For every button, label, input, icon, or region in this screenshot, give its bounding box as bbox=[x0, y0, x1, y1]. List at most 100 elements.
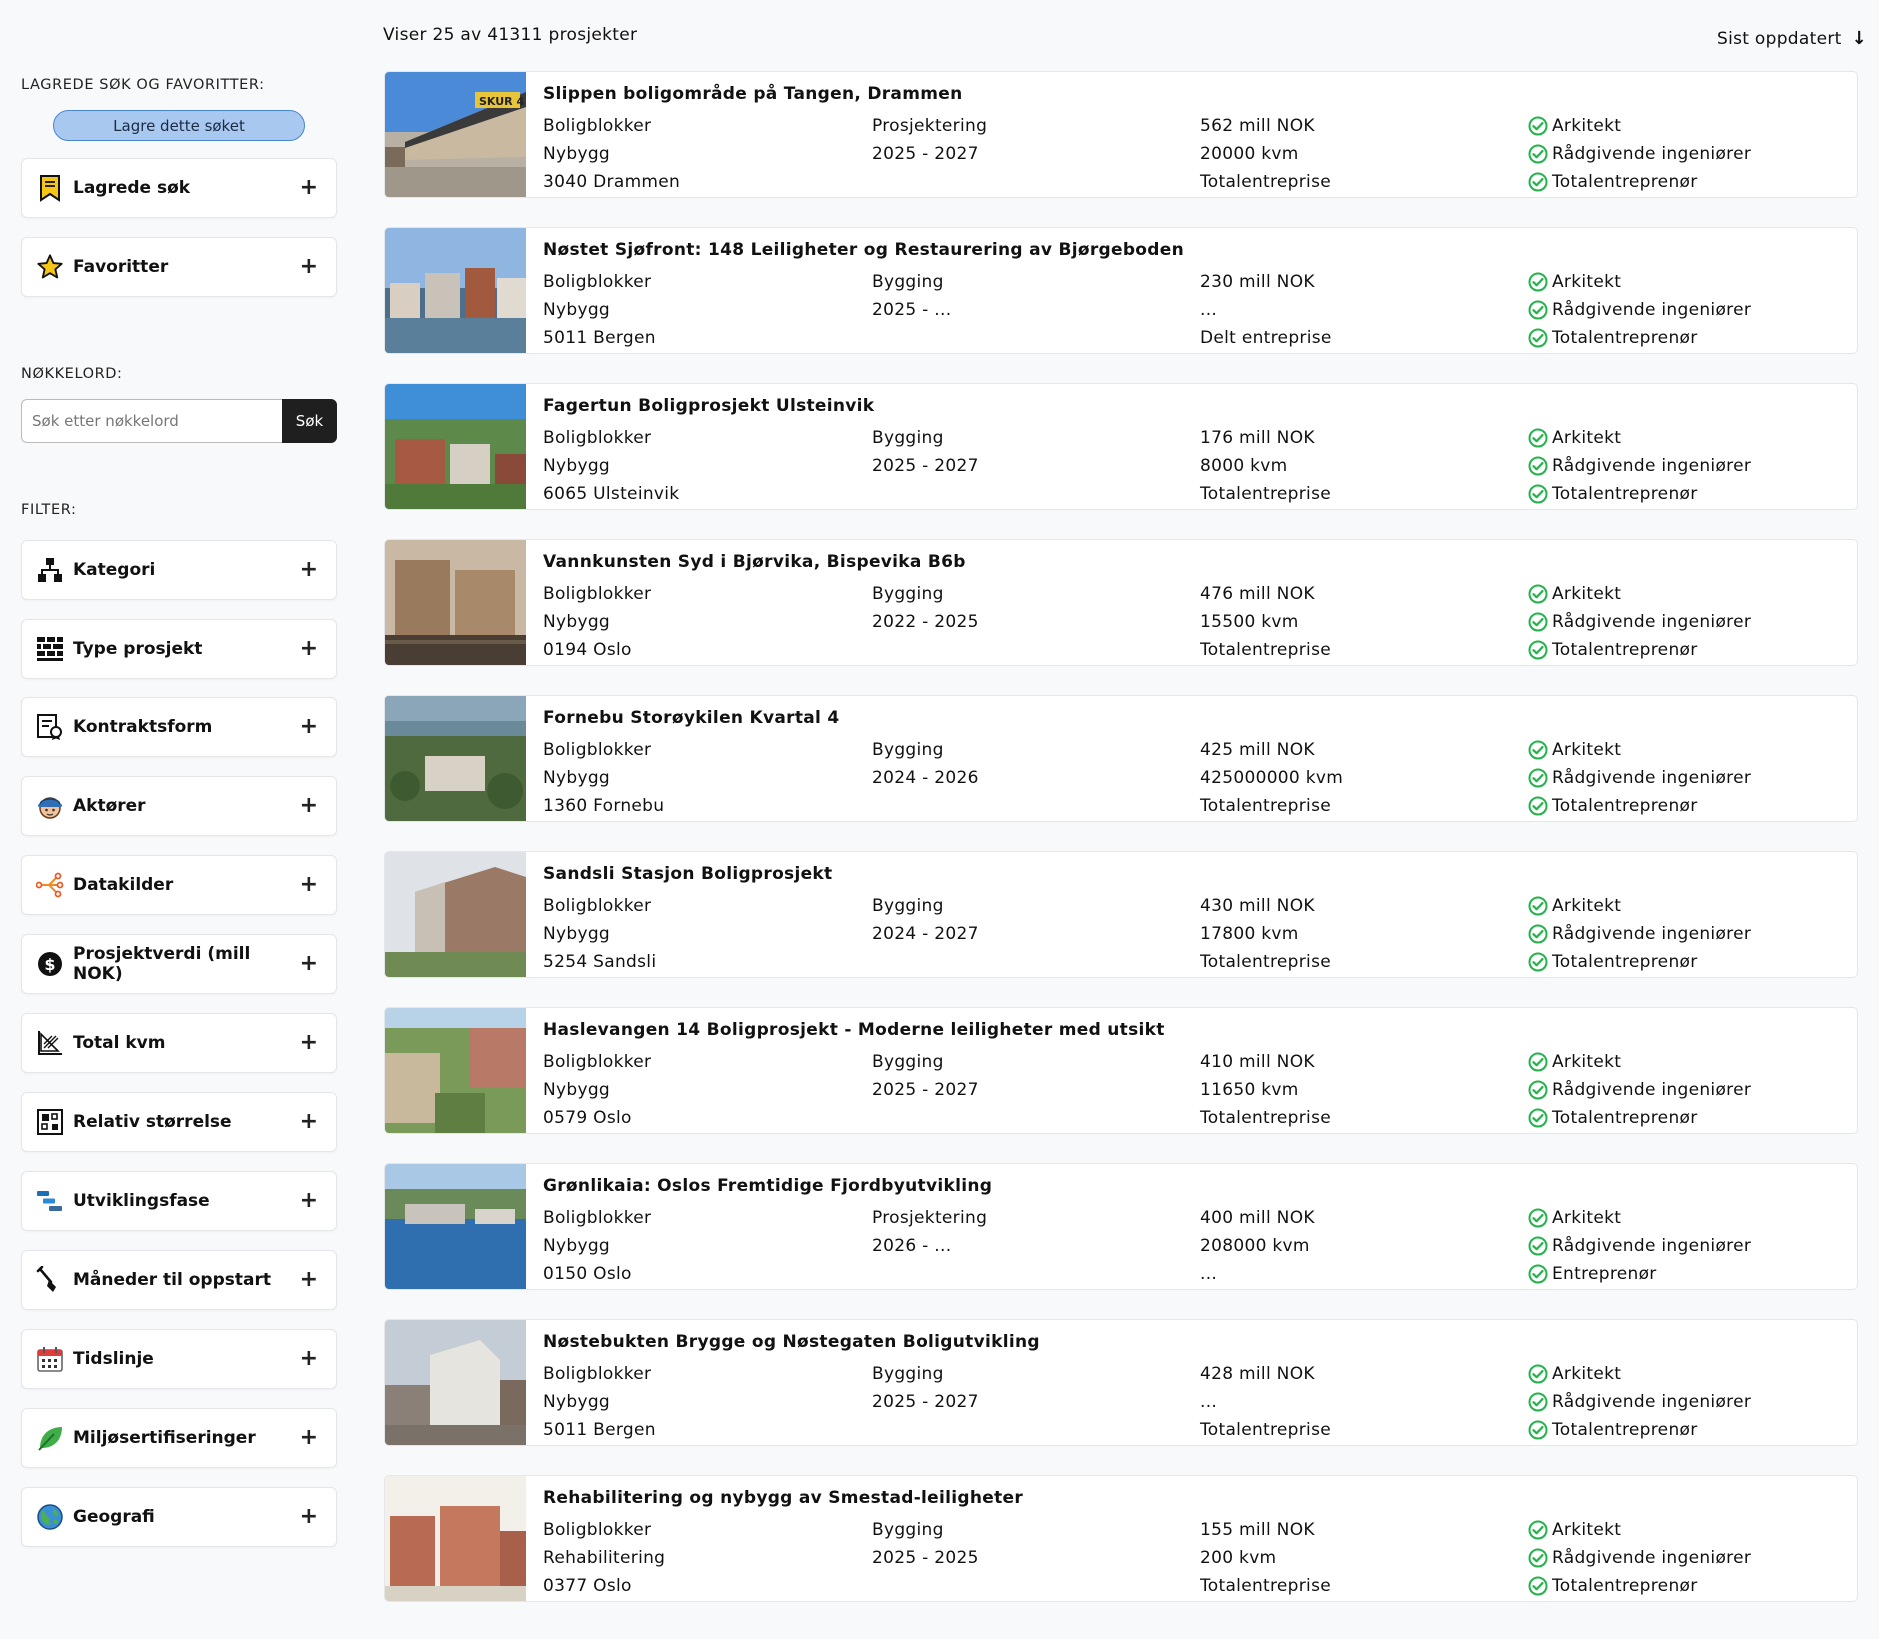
check-circle-icon bbox=[1528, 1052, 1548, 1072]
filter-kategori[interactable]: Kategori + bbox=[21, 540, 337, 600]
project-title[interactable]: Fornebu Storøykilen Kvartal 4 bbox=[543, 708, 840, 728]
project-title[interactable]: Slippen boligområde på Tangen, Drammen bbox=[543, 84, 962, 104]
project-card[interactable]: Sandsli Stasjon Boligprosjekt Boligblokk… bbox=[384, 851, 1858, 978]
project-location: 1360 Fornebu bbox=[543, 796, 665, 816]
project-build: Nybygg bbox=[543, 612, 611, 632]
role-label: Arkitekt bbox=[1552, 1364, 1622, 1384]
role-item: Rådgivende ingeniører bbox=[1528, 920, 1751, 948]
filter-kontraktsform[interactable]: Kontraktsform + bbox=[21, 697, 337, 757]
project-type: Boligblokker bbox=[543, 1520, 652, 1540]
project-card[interactable]: Nøstet Sjøfront: 148 Leiligheter og Rest… bbox=[384, 227, 1858, 354]
project-title[interactable]: Vannkunsten Syd i Bjørvika, Bispevika B6… bbox=[543, 552, 966, 572]
role-item: Entreprenør bbox=[1528, 1260, 1751, 1288]
bookmark-icon bbox=[35, 173, 65, 203]
project-card[interactable]: Fornebu Storøykilen Kvartal 4 Boligblokk… bbox=[384, 695, 1858, 822]
area-icon bbox=[35, 1028, 65, 1058]
panel-saved-searches[interactable]: Lagrede søk + bbox=[21, 158, 337, 218]
project-thumbnail bbox=[385, 384, 526, 509]
project-card[interactable]: Fagertun Boligprosjekt Ulsteinvik Boligb… bbox=[384, 383, 1858, 510]
project-location: 5011 Bergen bbox=[543, 328, 656, 348]
role-label: Rådgivende ingeniører bbox=[1552, 456, 1752, 476]
role-label: Arkitekt bbox=[1552, 1052, 1622, 1072]
panel-label: Lagrede søk bbox=[73, 178, 191, 198]
filter-tidslinje[interactable]: Tidslinje + bbox=[21, 1329, 337, 1389]
project-type: Boligblokker bbox=[543, 1364, 652, 1384]
project-info: Boligblokker Nybygg 5254 Sandsli bbox=[543, 892, 656, 976]
project-figures: 476 mill NOK 15500 kvm Totalentreprise bbox=[1200, 580, 1331, 664]
project-card[interactable]: Haslevangen 14 Boligprosjekt - Moderne l… bbox=[384, 1007, 1858, 1134]
project-title[interactable]: Rehabilitering og nybygg av Smestad-leil… bbox=[543, 1488, 1023, 1508]
project-card[interactable]: Grønlikaia: Oslos Fremtidige Fjordbyutvi… bbox=[384, 1163, 1858, 1290]
save-search-button[interactable]: Lagre dette søket bbox=[53, 110, 305, 141]
expand-plus-icon: + bbox=[299, 1030, 318, 1055]
project-thumbnail bbox=[385, 696, 526, 821]
project-period: 2025 - 2027 bbox=[872, 1080, 979, 1100]
project-area: 208000 kvm bbox=[1200, 1236, 1310, 1256]
role-item: Rådgivende ingeniører bbox=[1528, 296, 1751, 324]
filter-maneder-til-oppstart[interactable]: Måneder til oppstart + bbox=[21, 1250, 337, 1310]
project-roles: Arkitekt Rådgivende ingeniører Totalentr… bbox=[1528, 1048, 1751, 1132]
filter-aktorer[interactable]: Aktører + bbox=[21, 776, 337, 836]
role-label: Totalentreprenør bbox=[1552, 484, 1698, 504]
project-value: 176 mill NOK bbox=[1200, 428, 1315, 448]
project-contract: Totalentreprise bbox=[1200, 172, 1331, 192]
panel-label: Kontraktsform bbox=[73, 717, 213, 737]
expand-plus-icon: + bbox=[299, 1504, 318, 1529]
project-title[interactable]: Fagertun Boligprosjekt Ulsteinvik bbox=[543, 396, 874, 416]
expand-plus-icon: + bbox=[299, 636, 318, 661]
project-card[interactable]: Nøstebukten Brygge og Nøstegaten Boligut… bbox=[384, 1319, 1858, 1446]
project-phase: Bygging bbox=[872, 1052, 944, 1072]
expand-plus-icon: + bbox=[299, 254, 318, 279]
expand-plus-icon: + bbox=[299, 1109, 318, 1134]
project-phase: Bygging bbox=[872, 272, 944, 292]
project-type: Boligblokker bbox=[543, 272, 652, 292]
project-value: 562 mill NOK bbox=[1200, 116, 1315, 136]
role-item: Rådgivende ingeniører bbox=[1528, 1232, 1751, 1260]
keyword-search-button[interactable]: Søk bbox=[282, 399, 337, 443]
project-contract: ... bbox=[1200, 1264, 1218, 1284]
panel-favorites[interactable]: Favoritter + bbox=[21, 237, 337, 297]
project-status: Bygging 2025 - ... bbox=[872, 268, 951, 324]
project-info: Boligblokker Nybygg 1360 Fornebu bbox=[543, 736, 664, 820]
filter-geografi[interactable]: Geografi + bbox=[21, 1487, 337, 1547]
expand-plus-icon: + bbox=[299, 872, 318, 897]
project-area: ... bbox=[1200, 1392, 1218, 1412]
check-circle-icon bbox=[1528, 640, 1548, 660]
filter-total-kvm[interactable]: Total kvm + bbox=[21, 1013, 337, 1073]
project-card[interactable]: SKUR 4 Slippen boligområde på Tangen, Dr… bbox=[384, 71, 1858, 198]
project-title[interactable]: Haslevangen 14 Boligprosjekt - Moderne l… bbox=[543, 1020, 1165, 1040]
project-status: Bygging 2025 - 2027 bbox=[872, 1360, 979, 1416]
role-item: Rådgivende ingeniører bbox=[1528, 1544, 1751, 1572]
project-card[interactable]: Vannkunsten Syd i Bjørvika, Bispevika B6… bbox=[384, 539, 1858, 666]
role-item: Arkitekt bbox=[1528, 1516, 1751, 1544]
filter-miljosertifiseringer[interactable]: Miljøsertifiseringer + bbox=[21, 1408, 337, 1468]
project-title[interactable]: Nøstebukten Brygge og Nøstegaten Boligut… bbox=[543, 1332, 1040, 1352]
panel-label: Type prosjekt bbox=[73, 639, 203, 659]
role-item: Rådgivende ingeniører bbox=[1528, 1388, 1751, 1416]
filter-datakilder[interactable]: Datakilder + bbox=[21, 855, 337, 915]
role-label: Totalentreprenør bbox=[1552, 328, 1698, 348]
check-circle-icon bbox=[1528, 612, 1548, 632]
filter-type-prosjekt[interactable]: Type prosjekt + bbox=[21, 619, 337, 679]
project-card[interactable]: Rehabilitering og nybygg av Smestad-leil… bbox=[384, 1475, 1858, 1602]
sort-dropdown[interactable]: Sist oppdatert ↓ bbox=[1717, 28, 1867, 49]
role-label: Rådgivende ingeniører bbox=[1552, 1236, 1752, 1256]
shovel-icon bbox=[35, 1265, 65, 1295]
role-item: Arkitekt bbox=[1528, 1048, 1751, 1076]
project-roles: Arkitekt Rådgivende ingeniører Totalentr… bbox=[1528, 268, 1751, 352]
project-title[interactable]: Sandsli Stasjon Boligprosjekt bbox=[543, 864, 832, 884]
project-location: 6065 Ulsteinvik bbox=[543, 484, 680, 504]
project-title[interactable]: Grønlikaia: Oslos Fremtidige Fjordbyutvi… bbox=[543, 1176, 992, 1196]
filter-relativ-storrelse[interactable]: Relativ størrelse + bbox=[21, 1092, 337, 1152]
project-title[interactable]: Nøstet Sjøfront: 148 Leiligheter og Rest… bbox=[543, 240, 1184, 260]
project-area: 8000 kvm bbox=[1200, 456, 1288, 476]
project-status: Bygging 2025 - 2027 bbox=[872, 1048, 979, 1104]
project-roles: Arkitekt Rådgivende ingeniører Totalentr… bbox=[1528, 112, 1751, 196]
keyword-search-input[interactable] bbox=[21, 399, 282, 443]
check-circle-icon bbox=[1528, 796, 1548, 816]
sort-label: Sist oppdatert bbox=[1716, 28, 1842, 49]
project-value: 230 mill NOK bbox=[1200, 272, 1315, 292]
filter-utviklingsfase[interactable]: Utviklingsfase + bbox=[21, 1171, 337, 1231]
project-roles: Arkitekt Rådgivende ingeniører Totalentr… bbox=[1528, 424, 1751, 508]
filter-prosjektverdi[interactable]: $ Prosjektverdi (mill NOK) + bbox=[21, 934, 337, 994]
